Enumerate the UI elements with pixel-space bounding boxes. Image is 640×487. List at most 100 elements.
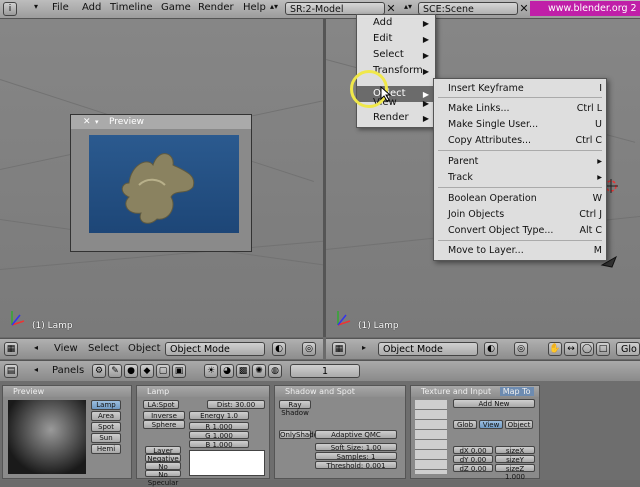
size-x-field[interactable]: sizeX 1.000	[495, 446, 535, 463]
menu-item-make-single-user[interactable]: Make Single User...	[448, 119, 538, 130]
collapse-preview-icon[interactable]: ▾	[95, 115, 99, 129]
rotate-icon[interactable]: ◯	[580, 342, 594, 356]
menu-item-render[interactable]: Render	[373, 112, 409, 123]
menu-timeline[interactable]: Timeline	[110, 2, 153, 13]
pivot-icon[interactable]: ◎	[302, 342, 316, 356]
preview-window[interactable]: ✕ ▾ Preview	[70, 114, 252, 252]
texture-tab-label[interactable]: Texture and Input	[421, 387, 491, 396]
texture-icon[interactable]: ▩	[236, 364, 250, 378]
menu-item-edit[interactable]: Edit	[373, 33, 392, 44]
script-icon[interactable]: ✎	[108, 364, 122, 378]
sphere-toggle[interactable]: Sphere	[143, 420, 185, 429]
blue-slider[interactable]: B 1.000	[189, 440, 249, 449]
menu-item-join-objects[interactable]: Join Objects	[448, 209, 504, 220]
lamp-name-field[interactable]: LA:Spot	[143, 400, 179, 409]
lamp-type-area[interactable]: Area	[91, 411, 121, 421]
no-diffuse-toggle[interactable]: No Diffuse	[145, 462, 181, 479]
no-specular-toggle[interactable]: No Specular	[145, 470, 181, 487]
scene-icon[interactable]: ▣	[172, 364, 186, 378]
menu-item-boolean-operation[interactable]: Boolean Operation	[448, 193, 537, 204]
glob-coords-button[interactable]: Glob	[453, 420, 477, 429]
shading-icon[interactable]: ●	[124, 364, 138, 378]
sampling-select[interactable]: Adaptive QMC	[315, 430, 397, 439]
pivot-icon[interactable]: ◎	[514, 342, 528, 356]
editor-type-icon[interactable]: ▤	[4, 364, 18, 378]
menu-item-track[interactable]: Track	[448, 172, 473, 183]
menu-help[interactable]: Help	[243, 2, 266, 13]
radiosity-icon[interactable]: ✺	[252, 364, 266, 378]
only-shadow-toggle[interactable]: OnlyShadow	[279, 430, 324, 439]
menu-item-make-links[interactable]: Make Links...	[448, 103, 510, 114]
material-icon[interactable]: ◕	[220, 364, 234, 378]
threshold-field[interactable]: Threshold: 0.001	[315, 461, 397, 470]
texture-channel-list[interactable]	[415, 400, 447, 474]
preview-titlebar[interactable]: ✕ ▾ Preview	[71, 115, 251, 129]
menu-game[interactable]: Game	[161, 2, 191, 13]
object-icon[interactable]: ◆	[140, 364, 154, 378]
collapse-icon[interactable]: ▾	[34, 2, 38, 11]
object-coords-button[interactable]: Object	[505, 420, 533, 429]
offset-x-field[interactable]: dX 0.00	[453, 446, 493, 455]
collapse-icon[interactable]: ◂	[34, 365, 38, 374]
menu-file[interactable]: File	[52, 2, 69, 13]
orientation-select[interactable]: Glo	[616, 342, 640, 356]
hand-icon[interactable]: ✋	[548, 342, 562, 356]
draw-type-icon[interactable]: ◐	[484, 342, 498, 356]
ray-shadow-toggle[interactable]: Ray Shadow	[279, 400, 311, 417]
soft-size-field[interactable]: Soft Size: 1.00	[315, 443, 397, 452]
menu-item-copy-attributes[interactable]: Copy Attributes...	[448, 135, 531, 146]
draw-type-icon[interactable]: ◐	[272, 342, 286, 356]
menu-item-parent[interactable]: Parent	[448, 156, 478, 167]
scale-icon[interactable]: □	[596, 342, 610, 356]
menu-item-move-to-layer[interactable]: Move to Layer...	[448, 245, 524, 256]
lamp-type-spot[interactable]: Spot	[91, 422, 121, 432]
menu-view[interactable]: View	[54, 343, 78, 354]
size-y-field[interactable]: sizeY 1.000	[495, 455, 535, 472]
mode-select[interactable]: Object Mode	[165, 342, 265, 356]
screen-browse-icon[interactable]: ▴▾	[270, 2, 278, 11]
menu-panels[interactable]: Panels	[52, 365, 84, 376]
lamp-shading-icon[interactable]: ☀	[204, 364, 218, 378]
red-slider[interactable]: R 1.000	[189, 422, 249, 431]
lamp-type-sun[interactable]: Sun	[91, 433, 121, 443]
world-icon[interactable]: ◍	[268, 364, 282, 378]
menu-item-insert-keyframe[interactable]: Insert Keyframe	[448, 83, 524, 94]
lamp-type-hemi[interactable]: Hemi	[91, 444, 121, 454]
energy-field[interactable]: Energy 1.0	[189, 411, 249, 420]
lamp-color-swatch[interactable]	[189, 450, 265, 476]
editor-type-icon[interactable]: ▦	[332, 342, 346, 356]
mode-select[interactable]: Object Mode	[378, 342, 478, 356]
shortcut-label: U	[595, 119, 602, 130]
size-z-field[interactable]: sizeZ 1.000	[495, 464, 535, 481]
expand-icon[interactable]: ▸	[362, 343, 366, 352]
editor-type-icon[interactable]: ▦	[4, 342, 18, 356]
scene-browse-icon[interactable]: ▴▾	[404, 2, 412, 11]
samples-field[interactable]: Samples: 1	[315, 452, 397, 461]
menu-item-select[interactable]: Select	[373, 49, 404, 60]
close-scene-icon[interactable]: ✕	[518, 2, 530, 15]
menu-object[interactable]: Object	[128, 343, 161, 354]
layer-toggle[interactable]: Layer	[145, 446, 181, 455]
dist-field[interactable]: Dist: 30.00	[207, 400, 265, 409]
green-slider[interactable]: G 1.000	[189, 431, 249, 440]
menu-add[interactable]: Add	[82, 2, 101, 13]
negative-toggle[interactable]: Negative	[145, 454, 181, 463]
map-to-tab[interactable]: Map To	[499, 387, 534, 396]
menu-select[interactable]: Select	[88, 343, 119, 354]
view-coords-button[interactable]: View	[479, 420, 503, 429]
offset-z-field[interactable]: dZ 0.00	[453, 464, 493, 473]
logic-icon[interactable]: ⚙	[92, 364, 106, 378]
menu-item-add[interactable]: Add	[373, 17, 392, 28]
menu-item-convert-object-type[interactable]: Convert Object Type...	[448, 225, 553, 236]
menu-render[interactable]: Render	[198, 2, 234, 13]
window-type-icon[interactable]: i	[3, 2, 17, 16]
close-preview-icon[interactable]: ✕	[83, 115, 91, 129]
add-new-texture-button[interactable]: Add New	[453, 399, 535, 408]
inverse-linear-toggle[interactable]: Inverse Linear	[143, 411, 185, 428]
grab-icon[interactable]: ↔	[564, 342, 578, 356]
offset-y-field[interactable]: dY 0.00	[453, 455, 493, 464]
editing-icon[interactable]: ▢	[156, 364, 170, 378]
frame-field[interactable]: 1	[290, 364, 360, 378]
collapse-icon[interactable]: ◂	[34, 343, 38, 352]
lamp-type-lamp[interactable]: Lamp	[91, 400, 121, 410]
